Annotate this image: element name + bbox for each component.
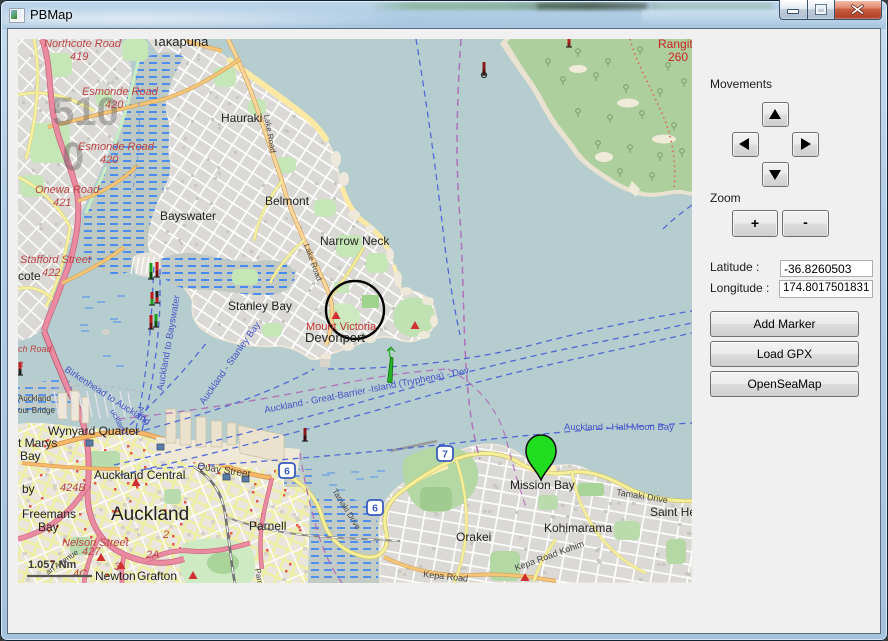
svg-text:Narrow Neck: Narrow Neck (320, 234, 390, 248)
svg-text:Hauraki: Hauraki (221, 111, 262, 125)
svg-text:260 r: 260 r (668, 50, 692, 64)
svg-text:Auckland Central: Auckland Central (94, 468, 185, 482)
svg-text:Saint He: Saint He (650, 505, 692, 519)
svg-text:2A: 2A (145, 549, 159, 561)
svg-text:Grafton: Grafton (137, 569, 177, 583)
svg-text:Bayswater: Bayswater (160, 209, 216, 223)
svg-text:6: 6 (372, 503, 378, 515)
svg-text:t Marys: t Marys (18, 436, 57, 450)
svg-text:Takapuna: Takapuna (152, 39, 209, 49)
svg-text:Mission Bay: Mission Bay (510, 478, 575, 492)
svg-text:Onewa Road: Onewa Road (35, 184, 100, 196)
svg-text:Northcote Road: Northcote Road (44, 39, 122, 50)
svg-text:Bay: Bay (38, 520, 59, 534)
svg-text:by: by (22, 482, 35, 496)
svg-text:Bay: Bay (20, 449, 41, 463)
svg-text:419: 419 (70, 51, 88, 63)
svg-text:Orakei: Orakei (456, 530, 491, 544)
svg-text:Mount Victoria: Mount Victoria (306, 321, 377, 333)
svg-text:420: 420 (105, 99, 124, 111)
svg-text:our Bridge: our Bridge (18, 406, 55, 415)
svg-text:Parnell: Parnell (249, 519, 286, 533)
svg-text:2: 2 (162, 529, 169, 541)
svg-text:Esmonde Road: Esmonde Road (82, 86, 159, 98)
svg-text:421: 421 (53, 197, 71, 209)
svg-text:Kohimarama: Kohimarama (544, 521, 612, 535)
svg-text:ch Road: ch Road (18, 344, 53, 354)
svg-text:1.057 Nm: 1.057 Nm (28, 559, 77, 571)
svg-text:420: 420 (100, 154, 119, 166)
svg-text:7: 7 (442, 449, 448, 461)
svg-text:Auckland - Half Moon Bay: Auckland - Half Moon Bay (564, 422, 674, 433)
svg-text:Auckland: Auckland (18, 394, 51, 403)
svg-text:Belmont: Belmont (265, 194, 310, 208)
svg-text:Stanley Bay: Stanley Bay (228, 299, 292, 313)
svg-text:422: 422 (42, 267, 60, 279)
svg-text:6: 6 (284, 466, 290, 478)
svg-text:Auckland: Auckland (111, 504, 189, 525)
svg-text:3: 3 (114, 561, 121, 573)
svg-text:Esmonde Road: Esmonde Road (78, 141, 155, 153)
svg-text:427: 427 (82, 546, 101, 558)
svg-text:3: 3 (18, 360, 23, 370)
svg-text:Stafford Street: Stafford Street (20, 254, 92, 266)
svg-text:Freemans: Freemans (22, 507, 76, 521)
svg-text:424B: 424B (60, 482, 86, 494)
svg-text:cote: cote (18, 269, 41, 283)
